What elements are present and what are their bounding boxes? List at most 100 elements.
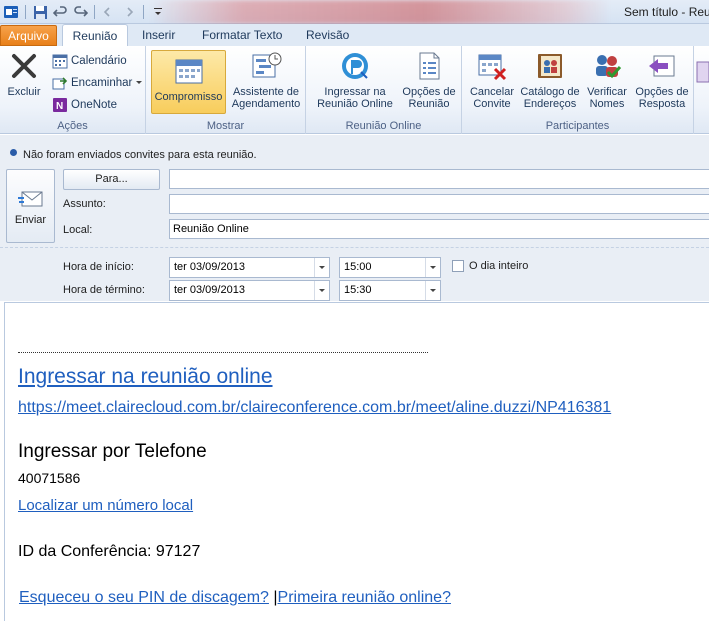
tab-revisao[interactable]: Revisão bbox=[298, 24, 357, 46]
end-date-picker[interactable]: ter 03/09/2013 bbox=[169, 280, 330, 301]
next-item-icon[interactable] bbox=[120, 3, 138, 21]
time-section: Hora de início: ter 03/09/2013 15:00 O d… bbox=[0, 247, 709, 301]
end-date-value: ter 03/09/2013 bbox=[174, 284, 245, 296]
info-message: Não foram enviados convites para esta re… bbox=[23, 149, 257, 161]
meeting-options-icon bbox=[419, 52, 440, 80]
enviar-button[interactable]: Enviar bbox=[6, 169, 55, 243]
opcoes-reuniao-label-line1: Opções de bbox=[402, 86, 456, 98]
compromisso-label: Compromisso bbox=[154, 91, 223, 103]
address-book-icon bbox=[538, 54, 562, 78]
partial-ribbon-icon bbox=[696, 61, 709, 83]
previous-item-icon[interactable] bbox=[100, 3, 118, 21]
ribbon-tabs: Arquivo Reunião Inserir Formatar Texto R… bbox=[0, 24, 709, 46]
cancel-invitation-icon bbox=[478, 54, 507, 81]
undo-icon[interactable] bbox=[51, 3, 69, 21]
catalogo-label-line2: Endereços bbox=[523, 98, 577, 110]
dropdown-arrow-icon[interactable] bbox=[425, 258, 440, 277]
meeting-url-link[interactable]: https://meet.clairecloud.com.br/claireco… bbox=[18, 399, 611, 417]
onenote-label: OneNote bbox=[71, 99, 118, 111]
window-title: Sem título - Reu bbox=[624, 5, 709, 19]
group-participantes: Cancelar Convite Catálogo de Endereços V… bbox=[462, 46, 694, 134]
to-field[interactable] bbox=[169, 169, 709, 189]
start-date-picker[interactable]: ter 03/09/2013 bbox=[169, 257, 330, 278]
chevron-down-icon bbox=[136, 81, 143, 84]
start-time-value: 15:00 bbox=[344, 261, 372, 273]
blurred-title-area bbox=[150, 0, 610, 24]
catalogo-enderecos-button[interactable]: Catálogo de Endereços bbox=[518, 50, 582, 110]
excluir-button[interactable]: Excluir bbox=[4, 50, 44, 98]
compromisso-button[interactable]: Compromisso bbox=[151, 50, 226, 114]
group-mostrar: Compromisso Assistente de Agendamento Mo… bbox=[146, 46, 306, 134]
info-bar: Não foram enviados convites para esta re… bbox=[0, 135, 709, 167]
conference-id: ID da Conferência: 97127 bbox=[18, 543, 201, 560]
onenote-button[interactable]: N OneNote bbox=[52, 97, 117, 113]
group-label-participantes: Participantes bbox=[545, 120, 610, 132]
start-date-value: ter 03/09/2013 bbox=[174, 261, 245, 273]
ingressar-reuniao-online-button[interactable]: Ingressar na Reunião Online bbox=[312, 50, 398, 110]
start-time-picker[interactable]: 15:00 bbox=[339, 257, 441, 278]
dropdown-arrow-icon[interactable] bbox=[314, 258, 329, 277]
subject-label: Assunto: bbox=[63, 198, 106, 210]
join-online-meeting-icon bbox=[342, 53, 368, 79]
encaminhar-label: Encaminhar bbox=[71, 77, 133, 89]
all-day-checkbox[interactable] bbox=[452, 260, 464, 272]
join-online-meeting-link[interactable]: Ingressar na reunião online bbox=[18, 365, 273, 389]
encaminhar-button[interactable]: Encaminhar bbox=[52, 75, 143, 91]
group-label-acoes: Ações bbox=[57, 120, 88, 132]
opcoes-resposta-button[interactable]: Opções de Resposta bbox=[632, 50, 692, 110]
calendario-button[interactable]: Calendário bbox=[52, 53, 127, 69]
para-button[interactable]: Para... bbox=[63, 169, 160, 190]
message-body[interactable]: Ingressar na reunião online https://meet… bbox=[4, 302, 709, 621]
svg-text:N: N bbox=[56, 101, 63, 112]
response-options-icon bbox=[649, 55, 675, 77]
cancelar-convite-button[interactable]: Cancelar Convite bbox=[466, 50, 518, 110]
assistente-agendamento-button[interactable]: Assistente de Agendamento bbox=[228, 50, 304, 110]
end-time-picker[interactable]: 15:30 bbox=[339, 280, 441, 301]
opcoes-reuniao-label-line2: Reunião bbox=[408, 98, 450, 110]
delete-icon bbox=[12, 54, 36, 78]
end-time-value: 15:30 bbox=[344, 284, 372, 296]
location-label: Local: bbox=[63, 224, 93, 236]
ribbon: Excluir Calendário Encaminhar N OneNote … bbox=[0, 46, 709, 134]
tab-formatar-texto[interactable]: Formatar Texto bbox=[194, 24, 290, 46]
forgot-pin-link[interactable]: Esqueceu o seu PIN de discagem? bbox=[19, 589, 269, 606]
tab-inserir[interactable]: Inserir bbox=[134, 24, 183, 46]
end-label: Hora de término: bbox=[63, 284, 145, 296]
phone-number: 40071586 bbox=[18, 470, 81, 486]
assistente-label-line2: Agendamento bbox=[231, 98, 301, 110]
group-label-reuniao-online: Reunião Online bbox=[345, 120, 422, 132]
enviar-label: Enviar bbox=[14, 214, 47, 226]
send-envelope-icon bbox=[17, 191, 42, 207]
verificar-nomes-button[interactable]: Verificar Nomes bbox=[582, 50, 632, 110]
first-meeting-link[interactable]: Primeira reunião online? bbox=[278, 589, 451, 606]
group-acoes: Excluir Calendário Encaminhar N OneNote … bbox=[0, 46, 146, 134]
bottom-links: Esqueceu o seu PIN de discagem? |Primeir… bbox=[19, 589, 451, 607]
find-local-number-link[interactable]: Localizar um número local bbox=[18, 497, 193, 514]
tab-reuniao[interactable]: Reunião bbox=[62, 24, 128, 46]
cancelar-label-line2: Convite bbox=[473, 98, 511, 110]
quick-access-toolbar bbox=[2, 3, 167, 21]
scheduling-assistant-icon bbox=[252, 52, 282, 78]
info-icon bbox=[10, 149, 17, 156]
verificar-label-line2: Nomes bbox=[589, 98, 625, 110]
opcoes-resposta-label-line1: Opções de bbox=[635, 86, 689, 98]
phone-heading: Ingressar por Telefone bbox=[18, 441, 207, 462]
outlook-app-icon[interactable] bbox=[2, 3, 20, 21]
location-field[interactable]: Reunião Online bbox=[169, 219, 709, 239]
group-reuniao-online: Ingressar na Reunião Online Opções de Re… bbox=[306, 46, 462, 134]
onenote-icon: N bbox=[53, 98, 67, 112]
excluir-label: Excluir bbox=[7, 86, 41, 98]
save-icon[interactable] bbox=[31, 3, 49, 21]
cancelar-label-line1: Cancelar bbox=[469, 86, 515, 98]
dropdown-arrow-icon[interactable] bbox=[314, 281, 329, 300]
catalogo-label-line1: Catálogo de bbox=[520, 86, 580, 98]
dotted-separator bbox=[18, 352, 428, 353]
forward-icon bbox=[52, 77, 68, 90]
dropdown-arrow-icon[interactable] bbox=[425, 281, 440, 300]
redo-icon[interactable] bbox=[71, 3, 89, 21]
all-day-label: O dia inteiro bbox=[469, 260, 529, 272]
calendar-icon bbox=[52, 54, 68, 69]
opcoes-reuniao-button[interactable]: Opções de Reunião bbox=[400, 50, 458, 110]
tab-arquivo[interactable]: Arquivo bbox=[0, 25, 57, 46]
subject-field[interactable] bbox=[169, 194, 709, 214]
